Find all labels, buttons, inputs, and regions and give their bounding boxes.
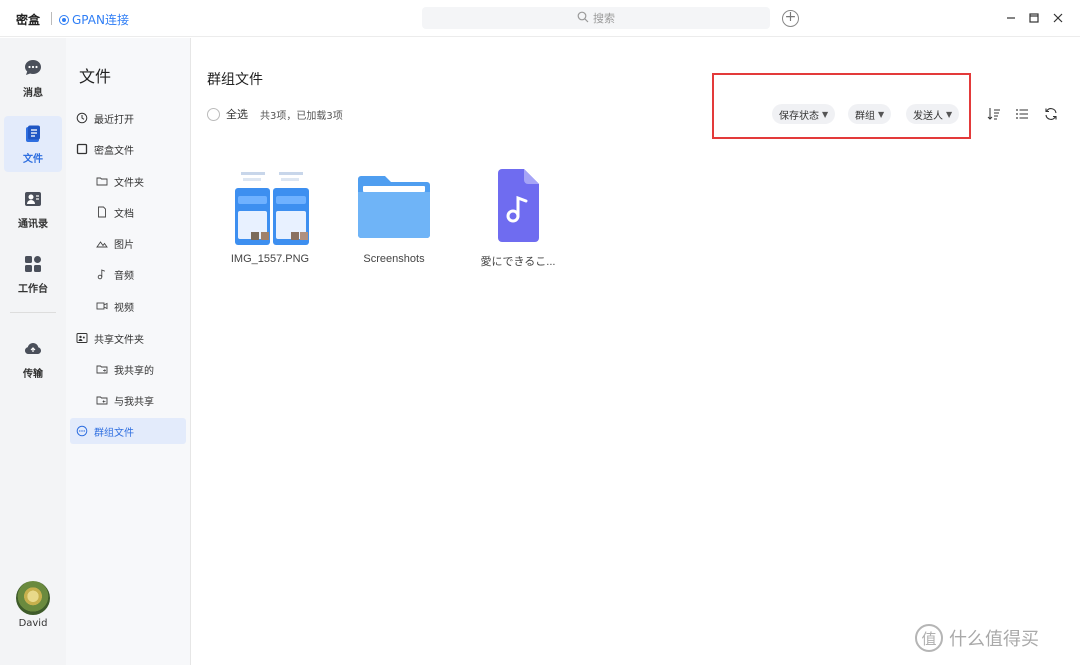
chat-bubble-icon — [23, 58, 43, 81]
page-title: 群组文件 — [207, 72, 263, 88]
group-chat-icon — [76, 425, 88, 437]
shared-folder-icon — [76, 332, 88, 344]
sidebar-item-mihe-files[interactable]: 密盒文件 — [76, 136, 134, 162]
files-sidebar: 文件 最近打开 密盒文件 文件夹 文档 图片 音频 视频 共享文件夹 我共享的 … — [66, 38, 191, 665]
sidebar-item-label: 文件夹 — [114, 177, 144, 189]
sidebar-item-label: 最近打开 — [94, 114, 134, 126]
file-name: IMG_1557.PNG — [230, 253, 310, 265]
image-thumbnail — [231, 166, 309, 245]
rail-item-transfer[interactable]: 传输 — [4, 331, 62, 387]
sidebar-item-video[interactable]: 视频 — [96, 293, 134, 319]
maximize-icon[interactable] — [1026, 9, 1042, 27]
sidebar-item-group-files[interactable]: 群组文件 — [70, 418, 186, 444]
audio-file-icon — [479, 166, 557, 245]
file-name: 愛にできるこ... — [480, 256, 556, 268]
list-view-icon[interactable] — [1014, 106, 1030, 122]
caret-down-icon: ▼ — [946, 109, 953, 119]
sidebar-item-documents[interactable]: 文档 — [96, 199, 134, 225]
file-doc-icon — [23, 124, 43, 147]
rail-divider — [10, 312, 56, 313]
cloud-transfer-icon — [23, 339, 43, 362]
add-circle-icon[interactable]: + — [782, 10, 799, 27]
clock-icon — [76, 112, 88, 124]
video-icon — [96, 300, 108, 312]
rail-label: 消息 — [23, 87, 43, 99]
rail-label: 通讯录 — [18, 218, 48, 230]
left-rail: 消息 文件 通讯录 工作台 传输 David — [0, 38, 66, 665]
file-item-audio[interactable]: 愛にできるこ... — [470, 166, 566, 269]
sidebar-item-label: 密盒文件 — [94, 145, 134, 157]
sidebar-item-audio[interactable]: 音频 — [96, 261, 134, 287]
image-icon — [96, 237, 108, 249]
document-icon — [96, 206, 108, 218]
close-icon[interactable] — [1050, 9, 1066, 27]
folder-share-in-icon — [96, 394, 108, 406]
app-name: 密盒 — [16, 13, 41, 27]
filter-group[interactable]: 群组 ▼ — [848, 104, 892, 124]
sidebar-item-folders[interactable]: 文件夹 — [96, 168, 144, 194]
select-all-label[interactable]: 全选 — [226, 106, 248, 122]
filter-sender[interactable]: 发送人 ▼ — [906, 104, 960, 124]
rail-item-messages[interactable]: 消息 — [4, 50, 62, 106]
radio-dot-icon — [59, 14, 69, 25]
watermark: 值 什么值得买 — [915, 624, 1039, 652]
folder-share-out-icon — [96, 363, 108, 375]
search-placeholder: 搜索 — [593, 12, 615, 25]
title-bar: 密盒 GPAN连接 搜索 + — [0, 0, 1080, 37]
sidebar-item-label: 共享文件夹 — [94, 334, 144, 346]
sidebar-item-my-shared[interactable]: 我共享的 — [96, 356, 154, 382]
watermark-badge: 值 — [915, 624, 943, 652]
select-all-checkbox[interactable] — [207, 107, 220, 121]
sidebar-item-label: 我共享的 — [114, 365, 154, 377]
avatar[interactable] — [16, 581, 50, 615]
search-input[interactable]: 搜索 — [422, 7, 770, 29]
gpan-label: GPAN连接 — [72, 13, 129, 27]
search-icon — [577, 11, 589, 26]
watermark-text: 什么值得买 — [949, 629, 1039, 650]
sidebar-item-label: 视频 — [114, 302, 134, 314]
gpan-connect-link[interactable]: GPAN连接 — [59, 11, 129, 28]
user-name: David — [18, 618, 48, 629]
select-all-row: 全选 共3项，已加载3项 — [207, 106, 343, 122]
sidebar-item-recent[interactable]: 最近打开 — [76, 105, 134, 131]
filter-save-status[interactable]: 保存状态 ▼ — [772, 104, 836, 124]
rail-label: 传输 — [23, 368, 43, 380]
file-name: Screenshots — [363, 253, 425, 265]
folder-icon — [96, 175, 108, 187]
sidebar-item-label: 图片 — [114, 239, 134, 251]
item-count: 共3项，已加载3项 — [260, 110, 343, 122]
filter-label: 发送人 — [913, 110, 943, 122]
sidebar-title: 文件 — [79, 67, 112, 86]
caret-down-icon: ▼ — [822, 109, 829, 119]
file-item-folder[interactable]: Screenshots — [346, 166, 442, 265]
grid-apps-icon — [23, 254, 43, 277]
rail-item-files[interactable]: 文件 — [4, 116, 62, 172]
sort-icon[interactable] — [986, 106, 1002, 122]
sidebar-item-label: 文档 — [114, 208, 134, 220]
rail-label: 工作台 — [18, 283, 48, 295]
filter-label: 保存状态 — [779, 110, 819, 122]
refresh-icon[interactable] — [1043, 106, 1059, 122]
rail-item-workbench[interactable]: 工作台 — [4, 246, 62, 302]
rail-label: 文件 — [23, 153, 43, 165]
music-note-icon — [96, 268, 108, 280]
contacts-icon — [23, 189, 43, 212]
caret-down-icon: ▼ — [878, 109, 885, 119]
sidebar-item-images[interactable]: 图片 — [96, 230, 134, 256]
minimize-icon[interactable] — [1003, 9, 1019, 27]
sidebar-item-label: 与我共享 — [114, 396, 154, 408]
folder-icon — [355, 166, 433, 245]
filter-label: 群组 — [855, 110, 875, 122]
rail-item-contacts[interactable]: 通讯录 — [4, 181, 62, 237]
sidebar-item-shared-folders[interactable]: 共享文件夹 — [76, 325, 144, 351]
title-separator — [51, 12, 52, 25]
sidebar-item-shared-with-me[interactable]: 与我共享 — [96, 387, 154, 413]
square-box-icon — [76, 143, 88, 155]
sidebar-item-label: 音频 — [114, 270, 134, 282]
sidebar-item-label: 群组文件 — [94, 427, 134, 439]
file-item-image[interactable]: IMG_1557.PNG — [222, 166, 318, 265]
